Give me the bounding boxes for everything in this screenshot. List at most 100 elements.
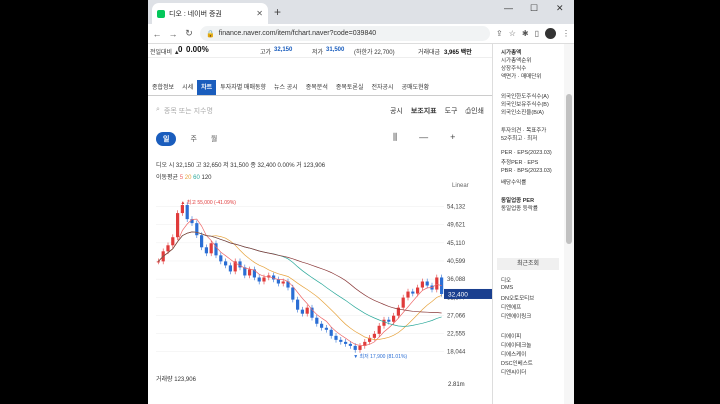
naver-favicon-icon — [157, 9, 165, 18]
page-content: 전일대비 ▲ 0 0.00% 고가 32,150 저가 31,500 (하한가 … — [148, 44, 574, 404]
candle-body — [382, 319, 386, 326]
close-window-button[interactable]: ✕ — [556, 3, 564, 14]
candle-body — [411, 291, 415, 294]
candle-body — [228, 265, 232, 272]
ma-label: 이동평균 — [156, 175, 179, 181]
bookmark-star-icon[interactable]: ☆ — [509, 29, 516, 38]
info-item: 배당수익률 — [501, 180, 527, 186]
candle-body — [238, 261, 242, 268]
symbol-search[interactable]: ⌕ 종목 또는 지수명 — [156, 106, 213, 116]
info-item: 52주최고 · 최저 — [501, 136, 538, 142]
sidepanel-icon[interactable]: ▯ — [535, 29, 539, 38]
period-day[interactable]: 일 — [156, 132, 177, 146]
recent-item[interactable]: 디엔씨이더 — [501, 368, 526, 376]
tab-investor[interactable]: 투자자별 매매동향 — [216, 80, 270, 95]
recent-item[interactable]: 디엔에프 — [501, 303, 521, 311]
candle-body — [392, 315, 396, 322]
volume-label: 거래량 123,906 — [156, 377, 196, 383]
candle-body — [416, 287, 420, 294]
reload-icon[interactable]: ↻ — [184, 28, 194, 39]
candle-body — [344, 341, 348, 344]
print-button[interactable]: ⎙인쇄 — [466, 106, 485, 116]
candle-body — [180, 205, 184, 214]
tab-overview[interactable]: 종합정보 — [148, 80, 178, 95]
trade-label: 거래대금 — [418, 50, 441, 56]
tab-chart[interactable]: 차트 — [197, 80, 217, 95]
minimize-button[interactable]: — — [504, 3, 513, 13]
recent-item[interactable]: DSC인베스트 — [501, 359, 533, 367]
scrollbar-thumb[interactable] — [566, 94, 572, 244]
zoom-out-icon[interactable]: — — [419, 132, 428, 143]
candle-body — [281, 281, 285, 284]
lock-icon: 🔒 — [206, 30, 215, 38]
candle-body — [377, 325, 381, 334]
share-icon[interactable]: ⇪ — [496, 29, 503, 38]
forward-icon[interactable]: → — [168, 29, 178, 39]
recent-item[interactable]: 디에스케이 — [501, 350, 526, 358]
info-item: 외국인소진율(B/A) — [501, 110, 544, 116]
tab-analysis[interactable]: 종목분석 — [302, 80, 332, 95]
candle-body — [320, 323, 324, 328]
candle-icon[interactable]: ⫼ — [393, 132, 397, 143]
candle-body — [219, 255, 223, 262]
recent-item[interactable]: 디오 — [501, 276, 511, 284]
back-icon[interactable]: ← — [152, 29, 162, 39]
info-item: 동일업종 PER — [501, 198, 535, 204]
browser-tab[interactable]: 디오 : 네이버 증권 ✕ — [152, 3, 268, 24]
disclosure-button[interactable]: 공시 — [390, 106, 403, 116]
tab-quotes[interactable]: 시세 — [178, 80, 197, 95]
candle-body — [358, 345, 362, 350]
maximize-button[interactable]: ☐ — [530, 3, 538, 14]
period-month[interactable]: 월 — [211, 134, 217, 144]
menu-icon[interactable]: ⋮ — [562, 29, 570, 38]
recent-item[interactable]: DMS — [501, 285, 513, 291]
info-item: 시가총액 — [501, 50, 522, 56]
extensions-icon[interactable]: ✱ — [522, 29, 529, 38]
tools-button[interactable]: 도구 — [445, 106, 458, 116]
tab-shortsell[interactable]: 공매도현황 — [398, 80, 434, 95]
tab-disclosure[interactable]: 전자공시 — [367, 80, 397, 95]
candle-body — [276, 279, 280, 284]
tab-discussion[interactable]: 종목토론실 — [332, 80, 368, 95]
tab-strip: 디오 : 네이버 증권 ✕ + — ☐ ✕ — [148, 0, 574, 24]
ma60: 60 — [193, 175, 200, 181]
address-bar[interactable]: 🔒 finance.naver.com/item/fchart.naver?co… — [200, 26, 491, 41]
scale-mode[interactable]: Linear — [452, 183, 469, 189]
recent-item[interactable]: 디에이테크놀 — [501, 341, 531, 349]
candle-body — [195, 223, 199, 236]
browser-toolbar: ← → ↻ 🔒 finance.naver.com/item/fchart.na… — [148, 24, 574, 44]
print-label: 인쇄 — [471, 108, 484, 115]
candle-body — [329, 329, 333, 336]
period-week[interactable]: 주 — [190, 134, 196, 144]
candle-body — [353, 345, 357, 350]
low-limit: (하한가 22,700) — [354, 50, 395, 56]
profile-avatar[interactable] — [545, 28, 556, 39]
indicators-button[interactable]: 보조지표 — [411, 106, 437, 116]
recent-item[interactable]: 디에이피 — [501, 332, 521, 340]
moving-average-legend: 이동평균 5 20 60 120 — [156, 172, 212, 181]
search-placeholder: 종목 또는 지수명 — [163, 108, 213, 115]
candle-body — [339, 339, 343, 342]
price-chart[interactable]: 54,13249,62145,11040,59936,08831,57727,0… — [156, 194, 492, 369]
recent-item[interactable]: 디엔에이링크 — [501, 312, 531, 320]
browser-window: 디오 : 네이버 증권 ✕ + — ☐ ✕ ← → ↻ 🔒 finance.na… — [148, 0, 574, 404]
y-tick-label: 45,110 — [447, 241, 466, 247]
info-item: 외국인한도주식수(A) — [501, 94, 549, 100]
recent-item[interactable]: DN오토모티브 — [501, 294, 534, 302]
y-tick-label: 49,621 — [447, 223, 466, 229]
ma20-line — [158, 231, 442, 340]
y-tick-label: 54,132 — [447, 205, 466, 211]
new-tab-icon[interactable]: + — [274, 5, 281, 19]
price-summary: 전일대비 ▲ 0 0.00% 고가 32,150 저가 31,500 (하한가 … — [148, 44, 492, 58]
candle-body — [425, 281, 429, 286]
candle-body — [204, 247, 208, 254]
zoom-in-icon[interactable]: + — [450, 132, 455, 143]
page-scrollbar[interactable] — [564, 44, 574, 404]
change-value: 0 — [178, 45, 183, 54]
search-icon: ⌕ — [156, 106, 160, 113]
y-tick-label: 36,088 — [447, 277, 466, 283]
low-label: 저가 — [312, 50, 324, 56]
close-tab-icon[interactable]: ✕ — [256, 9, 263, 18]
min-annotation: ▼ 최저 17,900 (81.01%) — [353, 353, 407, 360]
tab-news[interactable]: 뉴스 공시 — [270, 80, 302, 95]
